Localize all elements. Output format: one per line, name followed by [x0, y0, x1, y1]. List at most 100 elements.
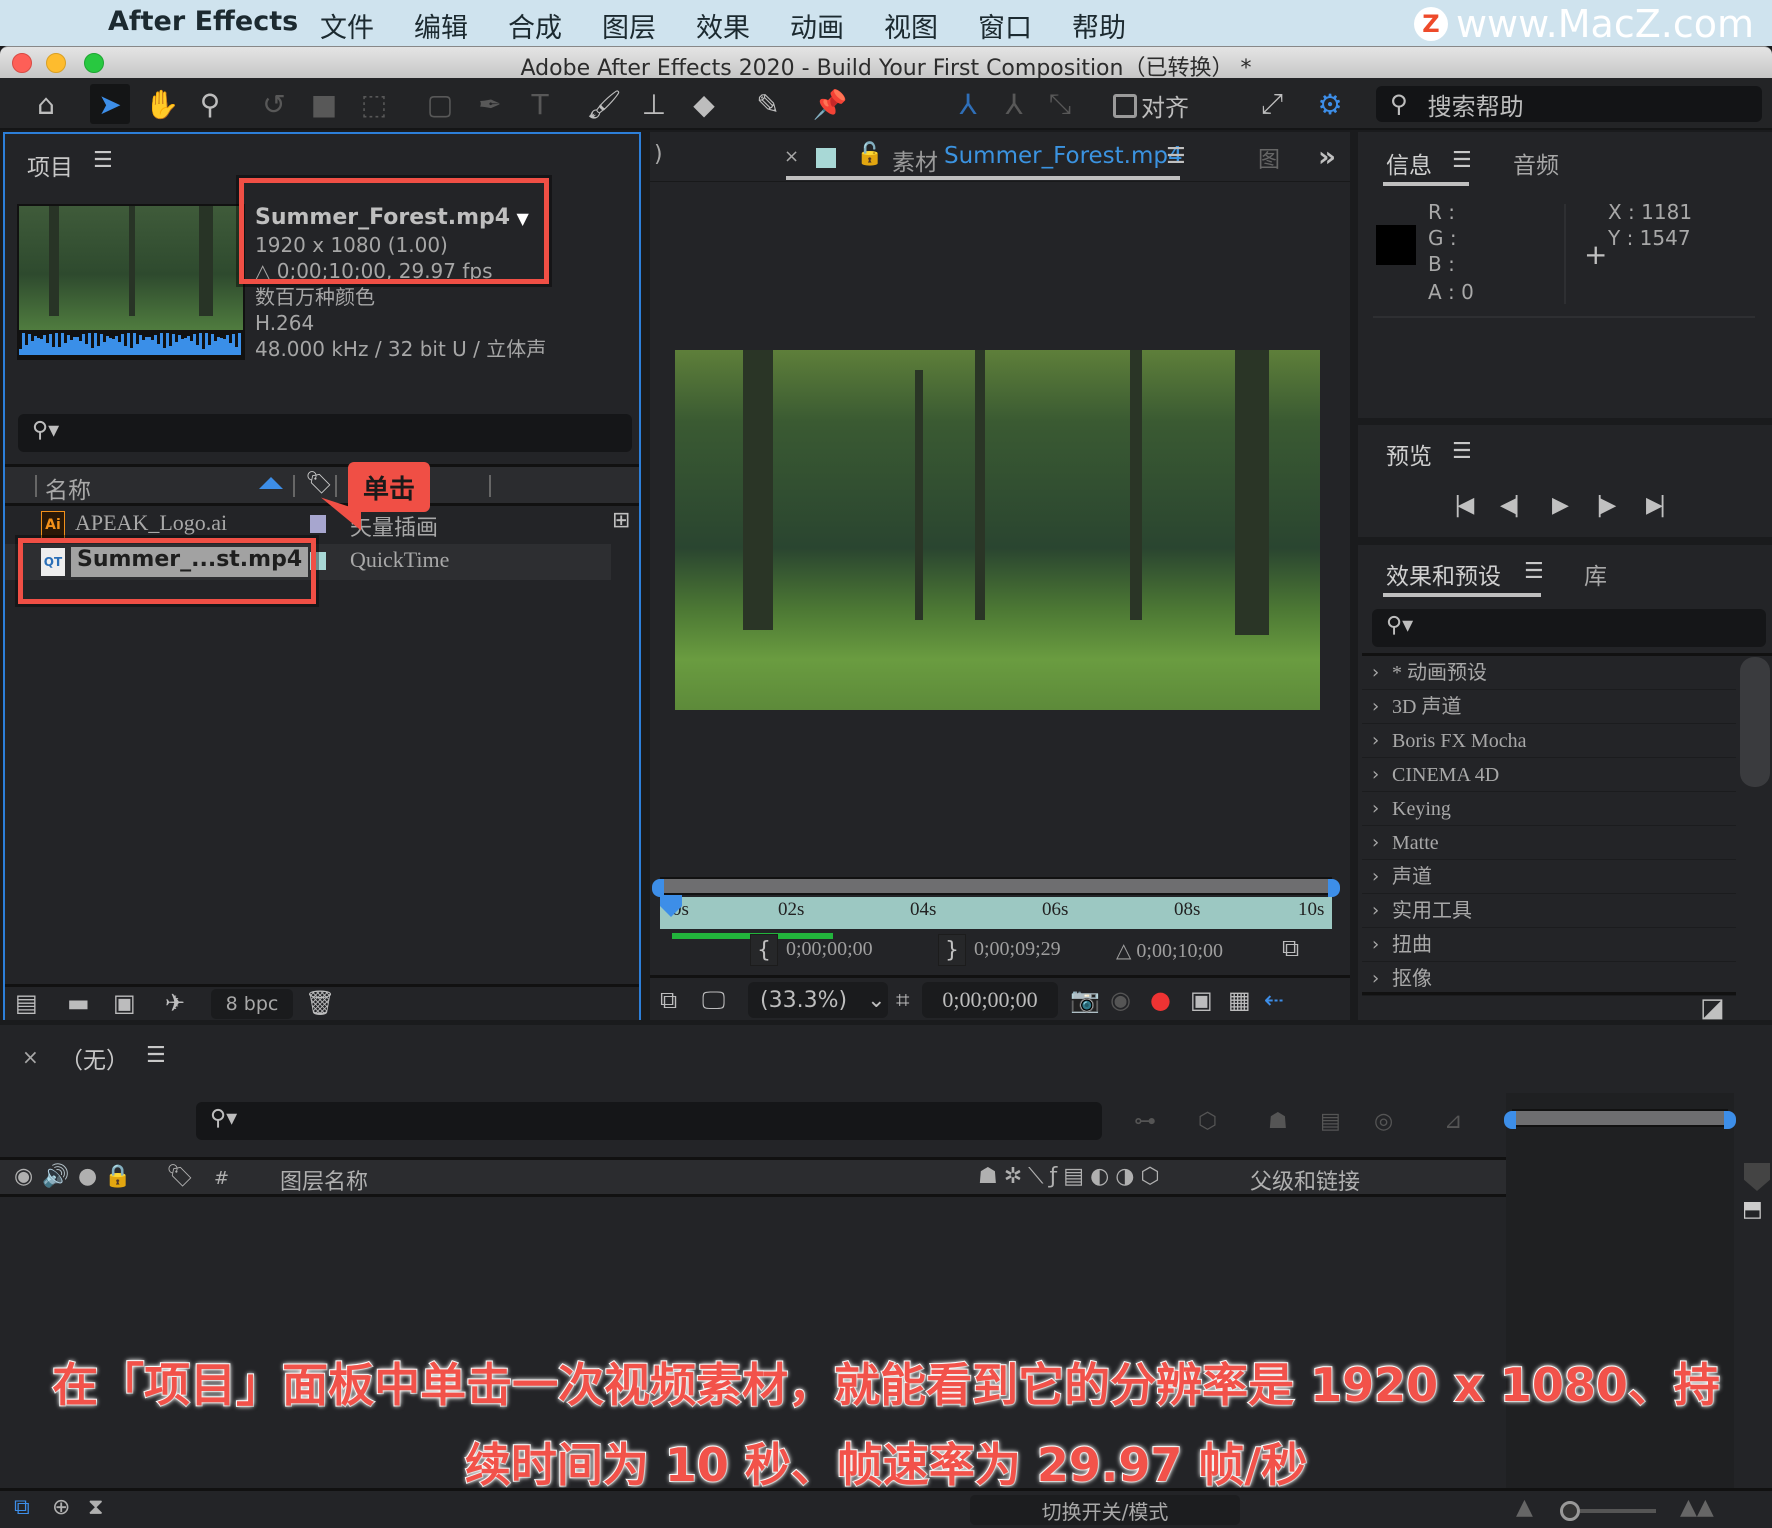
- first-frame-icon[interactable]: |◀: [1454, 493, 1474, 518]
- motion-blur-icon[interactable]: ◎: [1374, 1109, 1393, 1134]
- roto-brush-icon[interactable]: ✎: [748, 84, 788, 124]
- always-preview-icon[interactable]: ⧉: [660, 986, 677, 1014]
- help-search-input[interactable]: ⚲ 搜索帮助: [1376, 86, 1762, 122]
- tab-overflow-left[interactable]: ): [654, 142, 663, 167]
- work-area-end-handle[interactable]: [1724, 1111, 1736, 1129]
- column-number[interactable]: #: [214, 1168, 229, 1189]
- panel-menu-icon[interactable]: ☰: [93, 148, 113, 173]
- menu-composition[interactable]: 合成: [508, 6, 562, 45]
- pen-tool-icon[interactable]: ✒: [470, 84, 510, 124]
- toggle-switches-modes-button[interactable]: 切换开关/模式: [970, 1495, 1240, 1525]
- effects-category-item[interactable]: › 3D 声道: [1362, 691, 1736, 724]
- close-tab-icon[interactable]: ×: [784, 146, 799, 167]
- selection-tool-icon[interactable]: ➤: [90, 84, 130, 124]
- work-area-bar[interactable]: [1504, 1109, 1736, 1129]
- new-preset-icon[interactable]: ◪: [1700, 993, 1725, 1023]
- tab-info[interactable]: 信息: [1386, 146, 1432, 180]
- work-area-start-handle[interactable]: [652, 879, 664, 897]
- pan-behind-tool-icon[interactable]: ⬚: [354, 84, 394, 124]
- audio-icon[interactable]: 🔊: [42, 1164, 69, 1189]
- timeline-title[interactable]: （无）: [60, 1041, 129, 1075]
- viewer-tab-name[interactable]: Summer_Forest.mp4: [944, 143, 1183, 169]
- effects-category-item[interactable]: › 实用工具: [1362, 895, 1736, 928]
- chevron-right-icon[interactable]: ›: [1372, 895, 1379, 927]
- play-icon[interactable]: ▶: [1552, 493, 1569, 518]
- puppet-pin-icon[interactable]: 📌: [810, 84, 850, 124]
- menu-layer[interactable]: 图层: [602, 6, 656, 45]
- zoom-in-icon[interactable]: ▲▲: [1680, 1495, 1714, 1520]
- chevron-right-icon[interactable]: ›: [1372, 691, 1379, 723]
- preview-title[interactable]: 预览: [1386, 437, 1432, 471]
- column-layer-name[interactable]: 图层名称: [280, 1164, 368, 1196]
- transparency-grid-icon[interactable]: ▦: [1228, 986, 1251, 1014]
- panel-menu-icon[interactable]: ☰: [1524, 559, 1544, 584]
- tab-overflow-right[interactable]: 图: [1258, 142, 1280, 174]
- trash-icon[interactable]: 🗑: [305, 989, 335, 1017]
- lock-icon[interactable]: 🔓: [856, 142, 883, 167]
- sort-ascending-icon[interactable]: [259, 477, 283, 489]
- panel-menu-icon[interactable]: ☰: [146, 1043, 166, 1068]
- chevron-right-icon[interactable]: ›: [1372, 827, 1379, 859]
- snapping-toggle[interactable]: 对齐: [1113, 88, 1189, 123]
- last-frame-icon[interactable]: ▶|: [1646, 493, 1666, 518]
- current-time-indicator-icon[interactable]: [1744, 1163, 1770, 1191]
- effects-category-item[interactable]: › 声道: [1362, 861, 1736, 894]
- shy-layers-icon[interactable]: ☗: [1268, 1109, 1288, 1134]
- panel-menu-icon[interactable]: ☰: [1452, 439, 1472, 464]
- eraser-icon[interactable]: ◆: [684, 84, 724, 124]
- bit-depth-button[interactable]: 8 bpc: [211, 989, 293, 1019]
- time-ruler-ticks[interactable]: 0s 02s 04s 06s 08s 10s: [660, 897, 1332, 929]
- snap-checkbox[interactable]: [1113, 93, 1137, 118]
- rectangle-tool-icon[interactable]: ▢: [420, 84, 460, 124]
- chevron-right-icon[interactable]: ›: [1372, 657, 1379, 689]
- close-tab-icon[interactable]: ×: [22, 1045, 39, 1069]
- clone-stamp-icon[interactable]: ⊥: [634, 84, 674, 124]
- region-of-interest-icon[interactable]: ⌗: [896, 986, 910, 1014]
- effects-scrollbar[interactable]: [1740, 657, 1770, 787]
- effects-category-item[interactable]: › Matte: [1362, 827, 1736, 860]
- project-panel-title[interactable]: 项目: [27, 148, 73, 182]
- camera-tool-icon[interactable]: ■: [304, 84, 344, 124]
- render-queue-icon[interactable]: ✈: [165, 989, 185, 1017]
- video-visibility-icon[interactable]: ◉: [14, 1164, 33, 1189]
- chevron-right-icon[interactable]: ›: [1372, 929, 1379, 961]
- reset-exposure-icon[interactable]: ⇠: [1264, 986, 1284, 1014]
- magnification-dropdown[interactable]: (33.3%) ⌄: [748, 982, 888, 1018]
- in-point-time[interactable]: 0;00;00;00: [786, 938, 873, 961]
- timeline-search-input[interactable]: ⚲▾: [196, 1102, 1102, 1140]
- chevron-right-icon[interactable]: ›: [1372, 725, 1379, 757]
- panel-menu-icon[interactable]: ☰: [1166, 144, 1186, 169]
- snapshot-camera-icon[interactable]: 📷: [1070, 986, 1100, 1014]
- frame-blending-icon[interactable]: ▤: [1320, 1109, 1341, 1134]
- timeline-zoom-slider-handle[interactable]: [1560, 1501, 1580, 1521]
- menu-view[interactable]: 视图: [884, 6, 938, 45]
- chevron-right-icon[interactable]: ›: [1372, 963, 1379, 995]
- out-point-time[interactable]: 0;00;09;29: [974, 938, 1061, 961]
- previous-frame-icon[interactable]: ◀|: [1500, 493, 1520, 518]
- effects-category-item[interactable]: › * 动画预设: [1362, 657, 1736, 690]
- work-area-end-handle[interactable]: [1328, 879, 1340, 897]
- in-out-columns-icon[interactable]: ⧗: [88, 1495, 103, 1520]
- show-snapshot-icon[interactable]: ◉: [1110, 986, 1131, 1014]
- ripple-insert-icon[interactable]: ⧉: [1282, 934, 1299, 962]
- type-tool-icon[interactable]: T: [520, 84, 560, 124]
- monitor-icon[interactable]: 🖵: [702, 986, 725, 1014]
- column-name[interactable]: 名称: [45, 471, 91, 505]
- label-column-icon[interactable]: 🏷: [166, 1164, 194, 1189]
- menu-effect[interactable]: 效果: [696, 6, 750, 45]
- channel-rgb-icon[interactable]: ●: [1150, 986, 1171, 1014]
- menu-edit[interactable]: 编辑: [414, 6, 468, 45]
- new-composition-icon[interactable]: ▣: [113, 989, 136, 1017]
- effects-search-input[interactable]: ⚲▾: [1372, 609, 1766, 647]
- effects-category-item[interactable]: › Boris FX Mocha: [1362, 725, 1736, 758]
- tab-libraries[interactable]: 库: [1584, 557, 1607, 591]
- chevron-right-icon[interactable]: ›: [1372, 861, 1379, 893]
- set-out-point-button[interactable]: }: [938, 934, 966, 966]
- zoom-out-icon[interactable]: ▲: [1516, 1495, 1533, 1520]
- menu-file[interactable]: 文件: [320, 6, 374, 45]
- local-axis-icon[interactable]: ⅄: [948, 84, 988, 124]
- panel-menu-icon[interactable]: ☰: [1452, 148, 1472, 173]
- lock-icon[interactable]: 🔒: [104, 1164, 131, 1189]
- work-area-bar[interactable]: [652, 877, 1340, 897]
- chevron-right-icon[interactable]: ›: [1372, 759, 1379, 791]
